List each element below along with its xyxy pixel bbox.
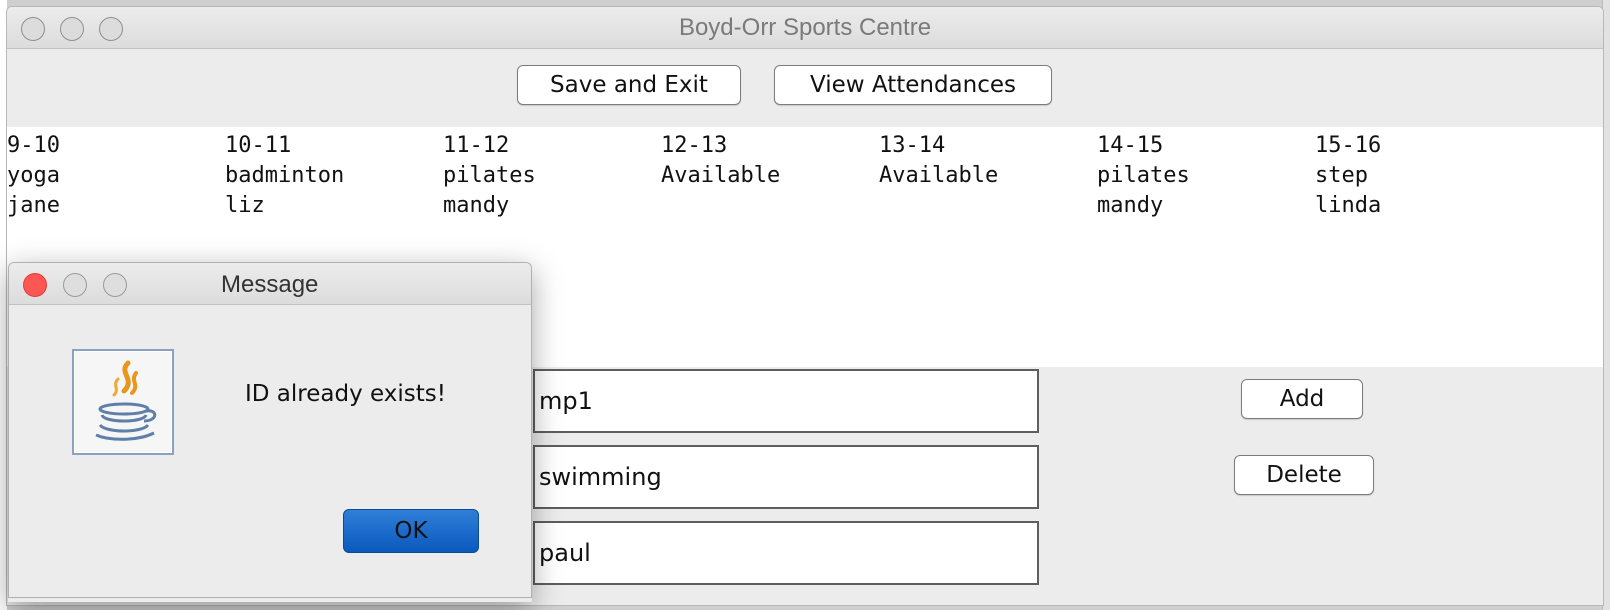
slot-activity: Available — [661, 163, 781, 188]
java-coffee-cup-icon — [72, 349, 174, 455]
schedule-slot: 10-11 badminton liz — [225, 131, 344, 221]
slot-instructor: jane — [7, 193, 60, 218]
slot-instructor: mandy — [1097, 193, 1164, 218]
dialog-titlebar[interactable]: Message — [9, 263, 531, 305]
slot-instructor — [879, 191, 998, 221]
schedule-slot: 15-16 step linda — [1315, 131, 1381, 221]
toolbar: Save and Exit View Attendances — [7, 49, 1603, 127]
instructor-input[interactable]: paul — [533, 521, 1039, 585]
slot-time: 14-15 — [1097, 133, 1164, 158]
slot-time: 15-16 — [1315, 133, 1382, 158]
message-dialog: Message ID already exists! OK — [8, 262, 532, 598]
schedule-slot: 14-15 pilates mandy — [1097, 131, 1190, 221]
main-titlebar[interactable]: Boyd-Orr Sports Centre — [7, 7, 1603, 49]
window-title: Boyd-Orr Sports Centre — [678, 14, 932, 41]
save-and-exit-button[interactable]: Save and Exit — [517, 65, 741, 105]
delete-button[interactable]: Delete — [1234, 455, 1374, 495]
class-input[interactable]: swimming — [533, 445, 1039, 509]
dialog-zoom-button — [103, 273, 127, 297]
slot-activity: badminton — [225, 163, 345, 188]
dialog-title: Message — [221, 271, 319, 298]
slot-instructor — [661, 191, 780, 221]
slot-instructor: liz — [225, 193, 265, 218]
slot-time: 10-11 — [225, 133, 292, 158]
schedule-slot: 13-14 Available — [879, 131, 998, 221]
slot-activity: pilates — [1097, 163, 1190, 188]
slot-activity: yoga — [7, 163, 60, 188]
view-attendances-button[interactable]: View Attendances — [774, 65, 1052, 105]
dialog-message: ID already exists! — [245, 381, 446, 407]
slot-time: 13-14 — [879, 133, 946, 158]
schedule-slot: 12-13 Available — [661, 131, 780, 221]
ok-button[interactable]: OK — [343, 509, 479, 553]
slot-activity: pilates — [443, 163, 536, 188]
slot-time: 9-10 — [7, 133, 60, 158]
slot-instructor: linda — [1315, 193, 1382, 218]
slot-instructor: mandy — [443, 193, 510, 218]
slot-time: 12-13 — [661, 133, 728, 158]
slot-activity: Available — [879, 163, 999, 188]
id-input[interactable]: mp1 — [533, 369, 1039, 433]
screen: Boyd-Orr Sports Centre Save and Exit Vie… — [0, 0, 1610, 610]
dialog-minimize-button — [63, 273, 87, 297]
dialog-close-button[interactable] — [23, 273, 47, 297]
slot-activity: step — [1315, 163, 1368, 188]
add-button[interactable]: Add — [1241, 379, 1363, 419]
schedule-slot: 11-12 pilates mandy — [443, 131, 536, 221]
schedule-slot: 9-10 yoga jane — [7, 131, 60, 221]
slot-time: 11-12 — [443, 133, 510, 158]
